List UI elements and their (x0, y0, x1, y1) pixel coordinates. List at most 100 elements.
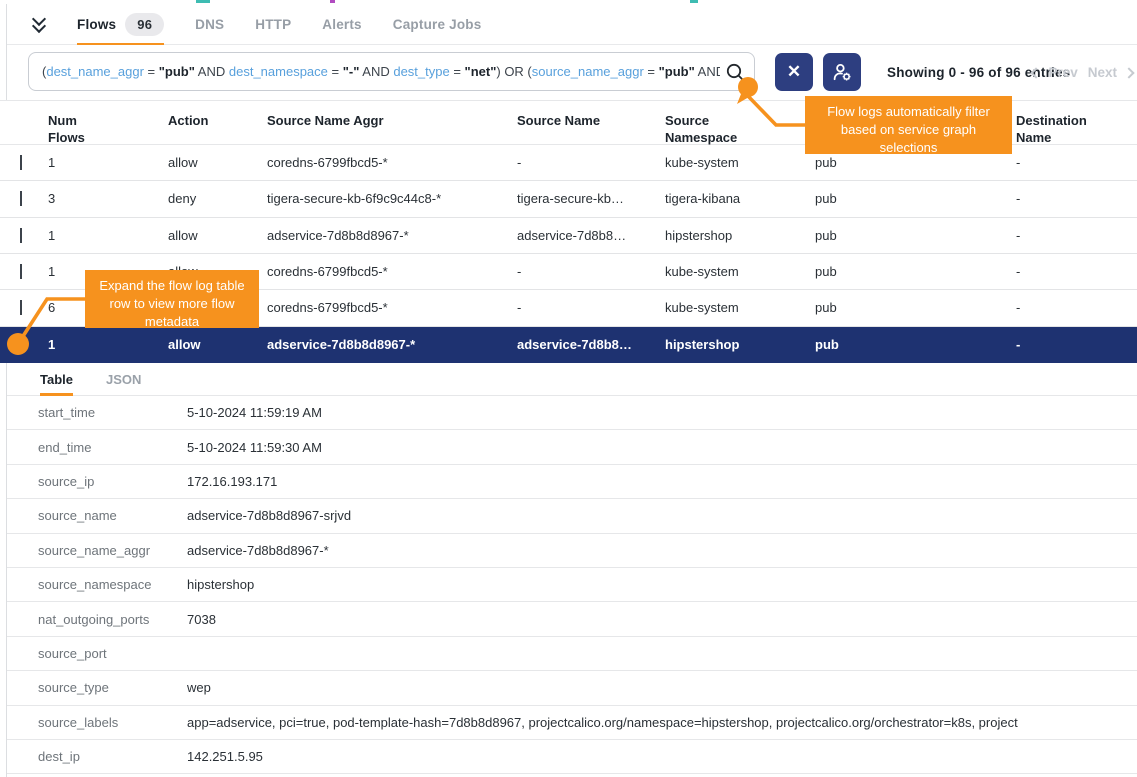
filter-bar: (dest_name_aggr = "pub" AND dest_namespa… (7, 45, 1137, 100)
log-tabs-bar: Flows 96 DNS HTTP Alerts Capture Jobs (7, 4, 1137, 45)
dest-name-aggr-cell: pub (815, 191, 1016, 206)
search-icon[interactable] (725, 62, 746, 83)
dest-name-aggr-cell: pub (815, 228, 1016, 243)
detail-value: 142.251.5.95 (187, 749, 1137, 764)
detail-kv-row: source_namespace hipstershop (7, 568, 1137, 602)
detail-value: adservice-7d8b8d8967-* (187, 543, 1137, 558)
expand-row-chevron-icon[interactable] (20, 264, 22, 279)
detail-key: dest_ip (7, 749, 187, 764)
detail-tab-table[interactable]: Table (40, 363, 73, 396)
expand-row-chevron-icon[interactable] (20, 228, 22, 243)
destination-name-cell: - (1016, 155, 1137, 170)
tab-capture-jobs[interactable]: Capture Jobs (393, 4, 482, 45)
source-namespace-cell: kube-system (665, 264, 815, 279)
detail-tab-json[interactable]: JSON (106, 363, 141, 396)
num-flows-cell: 3 (48, 191, 168, 206)
user-settings-button[interactable] (823, 53, 861, 91)
prev-button[interactable]: Prev (1048, 65, 1077, 80)
detail-kv-row: dest_ip 142.251.5.95 (7, 740, 1137, 774)
source-name-aggr-cell: adservice-7d8b8d8967-* (267, 337, 517, 352)
detail-key: start_time (7, 405, 187, 420)
source-name-cell: tigera-secure-kb… (517, 191, 665, 206)
detail-kv-row: source_name adservice-7d8b8d8967-srjvd (7, 499, 1137, 533)
col-action: Action (168, 101, 267, 130)
source-name-aggr-cell: coredns-6799fbcd5-* (267, 155, 517, 170)
source-name-aggr-cell: coredns-6799fbcd5-* (267, 264, 517, 279)
detail-value: 7038 (187, 612, 1137, 627)
detail-key: end_time (7, 440, 187, 455)
detail-value: 5-10-2024 11:59:30 AM (187, 440, 1137, 455)
source-namespace-cell: kube-system (665, 300, 815, 315)
filter-query-input[interactable]: (dest_name_aggr = "pub" AND dest_namespa… (28, 52, 755, 91)
detail-kv-row: source_labels app=adservice, pci=true, p… (7, 706, 1137, 740)
detail-value: adservice-7d8b8d8967-srjvd (187, 508, 1137, 523)
tab-dns[interactable]: DNS (195, 4, 224, 45)
detail-kv-row: source_port (7, 637, 1137, 671)
detail-key: source_namespace (7, 577, 187, 592)
col-source-name-aggr: Source Name Aggr (267, 101, 517, 130)
destination-name-cell: - (1016, 300, 1137, 315)
next-button[interactable]: Next (1088, 65, 1117, 80)
flow-table-row[interactable]: 1 allow adservice-7d8b8d8967-* adservice… (0, 327, 1137, 363)
source-namespace-cell: hipstershop (665, 337, 815, 352)
pagination: Prev Next (1032, 45, 1133, 100)
callout-expand-tooltip: Expand the flow log table row to view mo… (85, 270, 259, 328)
clear-filter-button[interactable]: ✕ (775, 53, 813, 91)
destination-name-cell: - (1016, 264, 1137, 279)
detail-key: source_type (7, 680, 187, 695)
detail-value: hipstershop (187, 577, 1137, 592)
source-name-cell: adservice-7d8b8… (517, 337, 665, 352)
col-num-flows: Num Flows (48, 101, 168, 147)
source-name-aggr-cell: coredns-6799fbcd5-* (267, 300, 517, 315)
detail-value: wep (187, 680, 1137, 695)
source-name-cell: adservice-7d8b8… (517, 228, 665, 243)
destination-name-cell: - (1016, 228, 1137, 243)
action-cell: allow (168, 228, 267, 243)
dest-name-aggr-cell: pub (815, 300, 1016, 315)
detail-key: nat_outgoing_ports (7, 612, 187, 627)
flow-logs-panel: { "colors": { "accent_orange": "#F6921E"… (0, 0, 1137, 777)
col-source-namespace: Source Namespace (665, 101, 815, 147)
source-name-cell: - (517, 300, 665, 315)
detail-kv-row: source_ip 172.16.193.171 (7, 465, 1137, 499)
tab-http[interactable]: HTTP (255, 4, 291, 45)
detail-kv-row: start_time 5-10-2024 11:59:19 AM (7, 396, 1137, 430)
flows-count-badge: 96 (125, 13, 164, 36)
tab-flows-label: Flows (77, 17, 116, 32)
detail-key: source_labels (7, 715, 187, 730)
source-namespace-cell: tigera-kibana (665, 191, 815, 206)
num-flows-cell: 1 (48, 228, 168, 243)
dest-name-aggr-cell: pub (815, 155, 1016, 170)
action-cell: allow (168, 337, 267, 352)
prev-chevron-icon[interactable] (1031, 67, 1042, 78)
source-name-aggr-cell: adservice-7d8b8d8967-* (267, 228, 517, 243)
source-name-cell: - (517, 155, 665, 170)
collapse-panel-icon[interactable] (30, 14, 50, 34)
flow-table-row[interactable]: 3 deny tigera-secure-kb-6f9c9c44c8-* tig… (0, 181, 1137, 217)
destination-name-cell: - (1016, 337, 1137, 352)
destination-name-cell: - (1016, 191, 1137, 206)
detail-kv-row: nat_outgoing_ports 7038 (7, 602, 1137, 636)
col-destination-name: Destination Name (1016, 101, 1137, 147)
action-cell: deny (168, 191, 267, 206)
detail-kv-row: source_type wep (7, 671, 1137, 705)
user-gear-icon (831, 61, 853, 83)
expand-row-chevron-icon[interactable] (20, 155, 22, 170)
flow-table-row[interactable]: 1 allow adservice-7d8b8d8967-* adservice… (0, 218, 1137, 254)
expand-row-chevron-icon[interactable] (20, 300, 22, 315)
detail-key: source_name_aggr (7, 543, 187, 558)
tab-alerts[interactable]: Alerts (322, 4, 361, 45)
dest-name-aggr-cell: pub (815, 264, 1016, 279)
action-cell: allow (168, 155, 267, 170)
next-chevron-icon[interactable] (1123, 67, 1134, 78)
detail-value: app=adservice, pci=true, pod-template-ha… (187, 715, 1137, 730)
source-namespace-cell: kube-system (665, 155, 815, 170)
col-source-name: Source Name (517, 101, 665, 130)
detail-tabs: Table JSON (7, 363, 1137, 396)
flow-detail-panel: Table JSON start_time 5-10-2024 11:59:19… (7, 363, 1137, 774)
tab-flows[interactable]: Flows 96 (77, 4, 164, 45)
dest-name-aggr-cell: pub (815, 337, 1016, 352)
detail-value: 5-10-2024 11:59:19 AM (187, 405, 1137, 420)
expand-row-chevron-icon[interactable] (20, 191, 22, 206)
source-name-cell: - (517, 264, 665, 279)
